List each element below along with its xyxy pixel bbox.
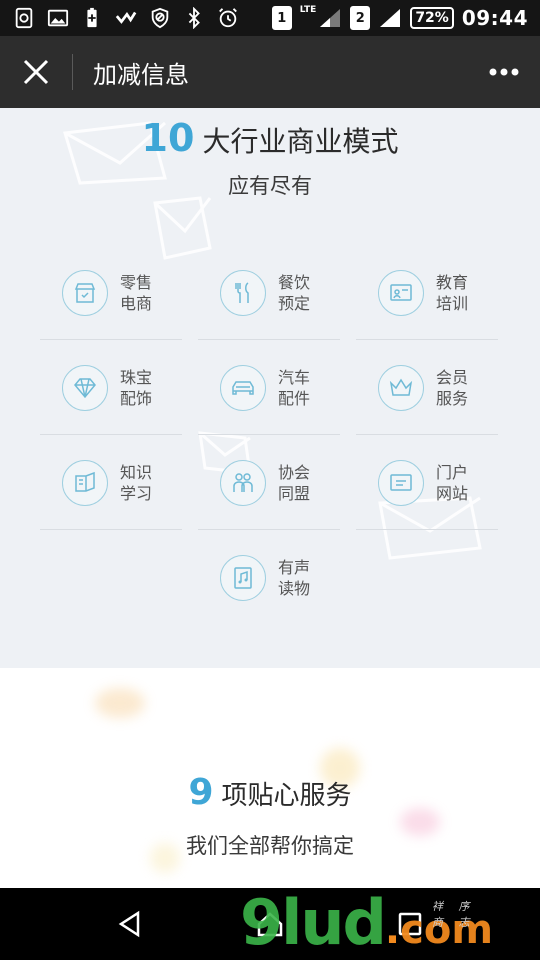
section1-subheading: 应有尽有 [228, 174, 312, 198]
battery-saver-icon [80, 6, 104, 30]
signal-icon-2 [380, 9, 401, 27]
heading-number: 10 [141, 116, 195, 160]
services-section: 9 项贴心服务 我们全部帮你搞定 [0, 668, 540, 888]
blocked-icon [148, 6, 172, 30]
heading-text: 项贴心服务 [221, 781, 352, 811]
heading-text: 大行业商业模式 [202, 125, 399, 158]
retail-icon [62, 269, 108, 316]
grid-row: 有声 读物 [32, 530, 507, 625]
industry-item-membership[interactable]: 会员 服务 [348, 340, 506, 435]
image-icon [46, 6, 70, 30]
dining-icon [220, 269, 266, 316]
grid-row: 珠宝 配饰 汽车 配件 会员 服务 [32, 340, 507, 435]
grid-row: 零售 电商 餐饮 预定 教育 培训 [32, 245, 507, 340]
sim2-badge: 2 [350, 6, 371, 30]
industry-item-car[interactable]: 汽车 配件 [190, 340, 348, 435]
book-icon [62, 459, 108, 506]
car-icon [220, 364, 266, 411]
section1-heading: 10 大行业商业模式 [0, 116, 540, 160]
item-label: 协会 同盟 [278, 462, 311, 503]
industry-item-retail[interactable]: 零售 电商 [32, 245, 190, 340]
item-label: 餐饮 预定 [278, 272, 311, 313]
decorative-sparkle [95, 688, 145, 718]
screenshot-icon [12, 6, 36, 30]
industry-item-knowledge[interactable]: 知识 学习 [32, 435, 190, 530]
portal-icon [378, 459, 424, 506]
group-icon [220, 459, 266, 506]
section2-subheading: 我们全部帮你搞定 [186, 834, 354, 858]
industry-item-jewelry[interactable]: 珠宝 配饰 [32, 340, 190, 435]
more-icon [489, 68, 519, 76]
clock: 09:44 [461, 6, 528, 30]
close-button[interactable] [0, 36, 72, 108]
battery-level: 72% [410, 7, 454, 29]
item-label: 门户 网站 [436, 462, 469, 503]
heading-number: 9 [188, 772, 214, 813]
title-bar: 加减信息 [0, 36, 540, 108]
close-icon [23, 59, 49, 85]
industry-item-portal[interactable]: 门户 网站 [348, 435, 506, 530]
more-button[interactable] [468, 36, 540, 108]
alarm-icon [216, 6, 240, 30]
bluetooth-icon [182, 6, 206, 30]
watermark: 9lud . com 祥 序 商 志 [240, 892, 493, 954]
watermark-main: 9lud [240, 886, 387, 959]
check-mark-icon [114, 6, 138, 30]
signal-icon [320, 9, 341, 27]
status-bar: 1 LTE 2 72% 09:44 [0, 0, 540, 36]
industry-item-education[interactable]: 教育 培训 [348, 245, 506, 340]
crown-icon [378, 364, 424, 411]
industry-section: 10 大行业商业模式 应有尽有 零售 电商 餐饮 预定 教育 培训 珠宝 配饰 … [0, 108, 540, 668]
back-icon [118, 910, 140, 938]
status-icons [12, 6, 240, 30]
watermark-dot: . [384, 907, 401, 953]
industry-item-audiobook[interactable]: 有声 读物 [190, 530, 348, 625]
watermark-small-text: 祥 序 商 志 [432, 900, 476, 929]
item-label: 会员 服务 [436, 367, 469, 408]
item-label: 零售 电商 [120, 272, 153, 313]
item-label: 有声 读物 [278, 557, 311, 598]
sim1-badge: 1 [271, 6, 292, 30]
item-label: 珠宝 配饰 [120, 367, 153, 408]
jewelry-icon [62, 364, 108, 411]
status-right: 1 LTE 2 72% 09:44 [271, 4, 528, 30]
section2-heading: 9 项贴心服务 [0, 772, 540, 813]
network-type: LTE [299, 4, 317, 15]
education-icon [378, 269, 424, 316]
audiobook-icon [220, 554, 266, 601]
industry-item-dining[interactable]: 餐饮 预定 [190, 245, 348, 340]
back-button[interactable] [100, 894, 160, 954]
title-divider [72, 54, 73, 90]
item-label: 知识 学习 [120, 462, 153, 503]
grid-row: 知识 学习 协会 同盟 门户 网站 [32, 435, 507, 530]
item-label: 汽车 配件 [278, 367, 311, 408]
item-label: 教育 培训 [436, 272, 469, 313]
industry-item-association[interactable]: 协会 同盟 [190, 435, 348, 530]
page-title: 加减信息 [93, 60, 189, 89]
industry-grid: 零售 电商 餐饮 预定 教育 培训 珠宝 配饰 汽车 配件 会员 服务 知识 学… [32, 245, 507, 625]
